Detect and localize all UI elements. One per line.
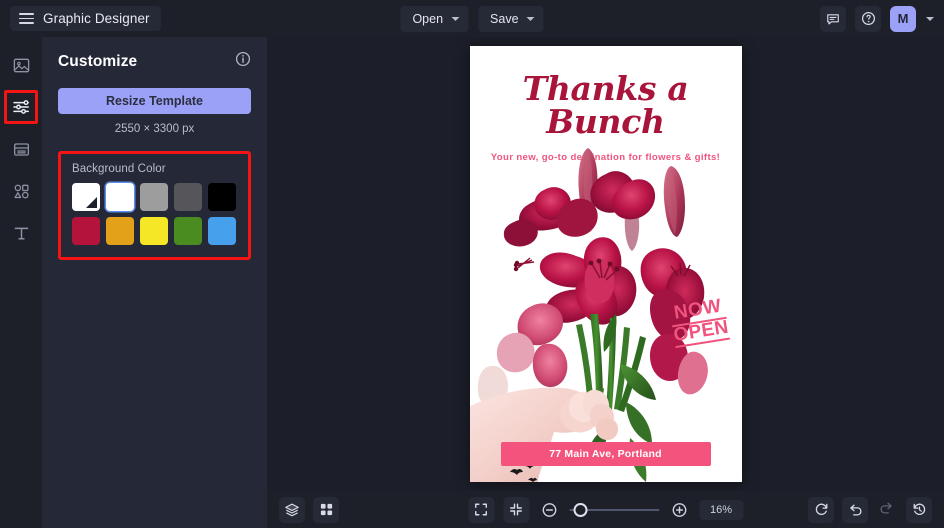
undo-button[interactable] bbox=[842, 496, 868, 523]
swatch-green[interactable] bbox=[174, 217, 202, 245]
stamens-left bbox=[517, 257, 534, 269]
save-label: Save bbox=[490, 11, 519, 26]
menu-brand-button[interactable]: Graphic Designer bbox=[10, 6, 161, 31]
zoom-out-button[interactable] bbox=[538, 499, 560, 521]
chevron-down-icon bbox=[526, 16, 535, 21]
header-center-actions: Open Save bbox=[400, 0, 544, 37]
now-open-badge[interactable]: NOW OPEN bbox=[669, 296, 731, 349]
grid-icon bbox=[320, 503, 332, 516]
sidebar-item-customize[interactable] bbox=[4, 90, 38, 124]
panel-header: Customize bbox=[58, 51, 251, 72]
zoom-in-button[interactable] bbox=[668, 499, 690, 521]
swatch-dark-gray[interactable] bbox=[174, 183, 202, 211]
poster-title[interactable]: Thanks a Bunch bbox=[470, 72, 742, 138]
info-icon bbox=[235, 51, 251, 67]
history-button[interactable] bbox=[906, 496, 932, 523]
info-button[interactable] bbox=[235, 51, 251, 72]
sidebar-item-layout[interactable] bbox=[7, 135, 35, 163]
fit-screen-button[interactable] bbox=[468, 496, 494, 523]
undo-icon bbox=[850, 504, 862, 516]
background-color-label: Background Color bbox=[72, 163, 166, 175]
app-window: Graphic Designer Open Save M Customize R… bbox=[0, 0, 944, 528]
tool-rail bbox=[0, 37, 42, 528]
header-right-actions: M bbox=[820, 5, 934, 32]
sidebar-item-shapes[interactable] bbox=[7, 177, 35, 205]
flower-cluster-top bbox=[556, 171, 655, 237]
hamburger-icon[interactable] bbox=[19, 13, 34, 24]
app-body: Customize Resize Template 2550 × 3300 px… bbox=[0, 37, 944, 528]
hand-and-arm bbox=[469, 387, 618, 482]
avatar[interactable]: M bbox=[890, 5, 916, 32]
canvas-stage[interactable]: Thanks a Bunch Your new, go-to destinati… bbox=[267, 37, 944, 528]
swatch-row-1 bbox=[72, 183, 237, 211]
help-button[interactable] bbox=[855, 5, 881, 32]
app-header: Graphic Designer Open Save M bbox=[0, 0, 944, 37]
zoom-slider-knob[interactable] bbox=[573, 502, 587, 517]
customize-panel: Customize Resize Template 2550 × 3300 px… bbox=[42, 37, 267, 528]
page-title: Customize bbox=[58, 52, 138, 70]
swatch-yellow[interactable] bbox=[140, 217, 168, 245]
help-icon bbox=[861, 11, 875, 26]
shapes-icon bbox=[13, 184, 29, 198]
history-controls bbox=[808, 496, 932, 523]
sidebar-item-text[interactable] bbox=[7, 219, 35, 247]
bottom-left-tools bbox=[279, 496, 339, 523]
open-button[interactable]: Open bbox=[400, 5, 469, 32]
swatch-orange[interactable] bbox=[106, 217, 134, 245]
background-color-section: Background Color bbox=[58, 151, 251, 260]
expand-fullscreen-icon bbox=[475, 503, 487, 516]
image-icon bbox=[13, 58, 29, 72]
layers-button[interactable] bbox=[279, 496, 305, 523]
swatch-gray[interactable] bbox=[140, 183, 168, 211]
swatch-crimson[interactable] bbox=[72, 217, 100, 245]
redo-button[interactable] bbox=[876, 497, 898, 519]
bottom-toolbar: 16% bbox=[267, 491, 944, 528]
comment-icon bbox=[827, 13, 839, 24]
zoom-slider[interactable] bbox=[569, 502, 659, 517]
layers-icon bbox=[285, 503, 299, 516]
zoom-out-icon bbox=[542, 502, 556, 517]
zoom-controls: 16% bbox=[468, 496, 743, 523]
sidebar-item-image[interactable] bbox=[7, 51, 35, 79]
collapse-icon bbox=[510, 503, 522, 516]
swatch-white[interactable] bbox=[106, 183, 134, 211]
swatch-transparent[interactable] bbox=[72, 183, 100, 211]
app-title: Graphic Designer bbox=[43, 11, 150, 26]
resize-template-button[interactable]: Resize Template bbox=[58, 88, 251, 114]
poster-canvas[interactable]: Thanks a Bunch Your new, go-to destinati… bbox=[469, 46, 742, 482]
grid-button[interactable] bbox=[313, 496, 339, 523]
zoom-in-icon bbox=[672, 502, 686, 517]
template-dimensions: 2550 × 3300 px bbox=[114, 123, 195, 135]
reset-button[interactable] bbox=[808, 496, 834, 523]
avatar-chevron-down-icon[interactable] bbox=[926, 16, 934, 21]
customize-sliders-icon bbox=[13, 100, 29, 114]
chevron-down-icon bbox=[451, 16, 460, 21]
history-icon bbox=[913, 503, 925, 515]
swatch-row-2 bbox=[72, 217, 237, 245]
comment-button[interactable] bbox=[820, 5, 846, 32]
layout-icon bbox=[13, 142, 29, 156]
text-icon bbox=[14, 227, 28, 240]
swatch-black[interactable] bbox=[208, 183, 236, 211]
redo-icon bbox=[880, 502, 892, 514]
open-label: Open bbox=[412, 11, 444, 26]
refresh-icon bbox=[815, 503, 827, 515]
swatch-blue[interactable] bbox=[208, 217, 236, 245]
save-button[interactable]: Save bbox=[478, 5, 544, 32]
shrink-button[interactable] bbox=[503, 496, 529, 523]
zoom-level-value[interactable]: 16% bbox=[699, 499, 743, 520]
address-banner[interactable]: 77 Main Ave, Portland bbox=[500, 442, 711, 466]
